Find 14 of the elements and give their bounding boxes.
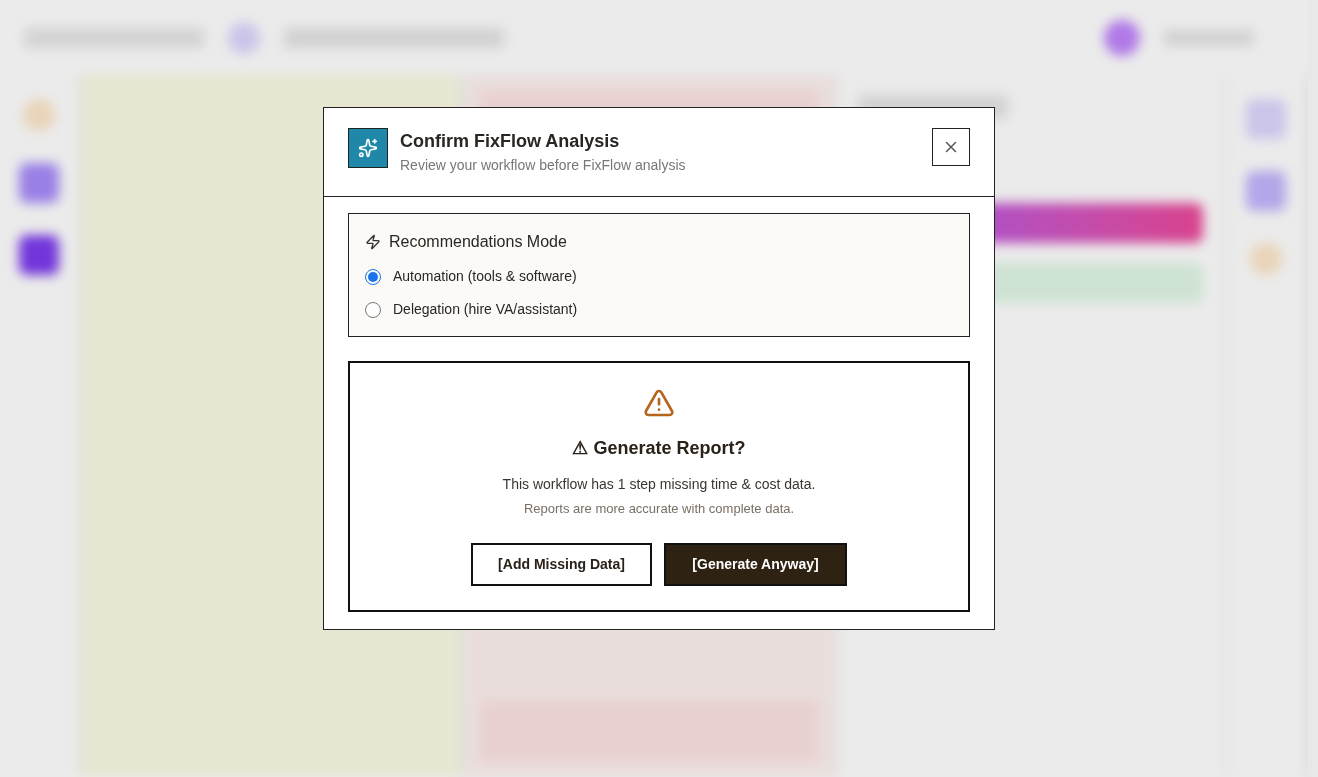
dialog-subtitle: Review your workflow before FixFlow analysis xyxy=(400,156,687,176)
dialog-title: Confirm FixFlow Analysis xyxy=(400,130,621,154)
warning-note: Reports are more accurate with complete data. xyxy=(523,500,795,519)
sparkles-icon xyxy=(348,128,388,169)
radio-label: Delegation (hire VA/assistant) xyxy=(393,300,578,320)
generate-button[interactable]: [Generate Anyway] xyxy=(664,542,847,586)
close-button[interactable] xyxy=(932,128,970,167)
warning-title: ⚠ Generate Report? xyxy=(572,437,746,461)
lightning-icon xyxy=(365,234,381,251)
mode-heading: Recommendations Mode xyxy=(389,232,567,253)
add-data-button[interactable]: [Add Missing Data] xyxy=(471,542,652,586)
radio-button[interactable] xyxy=(365,301,381,318)
radio-label: Automation (tools & software) xyxy=(393,267,577,287)
warning-message: This workflow has 1 step missing time & cost data. xyxy=(502,475,816,495)
